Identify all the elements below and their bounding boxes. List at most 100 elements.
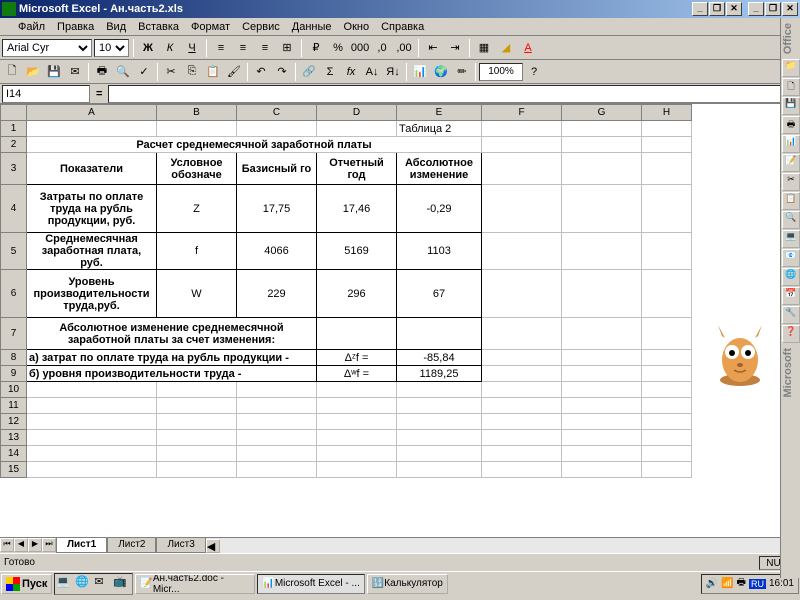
cell[interactable]: Базисный го [237, 153, 317, 185]
underline-button[interactable]: Ч [182, 38, 202, 58]
quick-launch-icon[interactable]: 📺 [113, 575, 131, 593]
row-header[interactable]: 1 [1, 121, 27, 137]
increase-decimal-button[interactable]: ,0 [372, 38, 392, 58]
cell[interactable]: Условное обозначе [157, 153, 237, 185]
sheet-tab-2[interactable]: Лист2 [107, 538, 156, 553]
row-header[interactable]: 3 [1, 153, 27, 185]
formula-input[interactable] [108, 85, 798, 103]
minimize-button[interactable]: _ [748, 2, 764, 16]
autosum-button[interactable]: Σ [320, 62, 340, 82]
row-header[interactable]: 6 [1, 270, 27, 318]
cell[interactable]: Среднемесячная заработная плата, руб. [27, 233, 157, 270]
name-box[interactable] [2, 85, 90, 103]
clock[interactable]: 16:01 [769, 578, 794, 589]
cell[interactable]: 5169 [317, 233, 397, 270]
sort-asc-button[interactable]: A↓ [362, 62, 382, 82]
drawing-button[interactable]: ✏ [452, 62, 472, 82]
quick-launch-icon[interactable]: 🌐 [75, 575, 93, 593]
row-header[interactable]: 14 [1, 446, 27, 462]
cell[interactable]: 229 [237, 270, 317, 318]
col-header-h[interactable]: H [642, 105, 692, 121]
redo-button[interactable]: ↷ [272, 62, 292, 82]
font-name-select[interactable]: Arial Cyr [2, 39, 92, 57]
shortcut-button[interactable]: 💻 [782, 230, 800, 248]
shortcut-button[interactable]: 📁 [782, 59, 800, 77]
save-button[interactable]: 💾 [44, 62, 64, 82]
spell-button[interactable]: ✓ [134, 62, 154, 82]
tab-nav-prev[interactable]: ◀ [14, 538, 28, 552]
borders-button[interactable]: ▦ [474, 38, 494, 58]
cell[interactable]: Абсолютное изменение среднемесячной зара… [27, 318, 317, 350]
mdi-minimize-button[interactable]: _ [692, 2, 708, 16]
increase-indent-button[interactable]: ⇥ [445, 38, 465, 58]
menu-format[interactable]: Формат [185, 20, 236, 34]
map-button[interactable]: 🌍 [431, 62, 451, 82]
tab-nav-first[interactable]: ⏮ [0, 538, 14, 552]
copy-button[interactable]: ⎘ [182, 62, 202, 82]
cell[interactable]: -0,29 [397, 185, 482, 233]
align-left-button[interactable]: ≡ [211, 38, 231, 58]
menu-insert[interactable]: Вставка [132, 20, 185, 34]
worksheet-grid[interactable]: A B C D E F G H 1 Таблица 2 2 Расчет сре… [0, 104, 692, 478]
quick-launch-icon[interactable]: ✉ [94, 575, 112, 593]
menu-file[interactable]: Файл [12, 20, 51, 34]
menu-help[interactable]: Справка [375, 20, 430, 34]
select-all-button[interactable] [1, 105, 27, 121]
font-color-button[interactable]: A [518, 38, 538, 58]
align-center-button[interactable]: ≡ [233, 38, 253, 58]
row-header[interactable]: 7 [1, 318, 27, 350]
cell[interactable]: 4066 [237, 233, 317, 270]
shortcut-button[interactable]: ❓ [782, 325, 800, 343]
cell[interactable]: а) затрат по оплате труда на рубль проду… [27, 350, 317, 366]
tab-nav-last[interactable]: ⏭ [42, 538, 56, 552]
font-size-select[interactable]: 10 [94, 39, 129, 57]
row-header[interactable]: 15 [1, 462, 27, 478]
zoom-select[interactable] [479, 63, 523, 81]
decrease-indent-button[interactable]: ⇤ [423, 38, 443, 58]
email-button[interactable]: ✉ [65, 62, 85, 82]
tray-icon[interactable]: 🔊 [706, 578, 718, 589]
bold-button[interactable]: Ж [138, 38, 158, 58]
menu-view[interactable]: Вид [100, 20, 132, 34]
col-header-c[interactable]: C [237, 105, 317, 121]
shortcut-button[interactable]: 📋 [782, 192, 800, 210]
col-header-g[interactable]: G [562, 105, 642, 121]
horizontal-scrollbar[interactable]: ◀ ▶ [206, 538, 800, 553]
row-header[interactable]: 13 [1, 430, 27, 446]
col-header-a[interactable]: A [27, 105, 157, 121]
function-button[interactable]: fx [341, 62, 361, 82]
row-header[interactable]: 11 [1, 398, 27, 414]
row-header[interactable]: 5 [1, 233, 27, 270]
cell[interactable]: 1189,25 [397, 366, 482, 382]
format-painter-button[interactable]: 🖌 [224, 62, 244, 82]
col-header-f[interactable]: F [482, 105, 562, 121]
cell[interactable]: Z [157, 185, 237, 233]
cell[interactable]: -85,84 [397, 350, 482, 366]
cell[interactable]: 67 [397, 270, 482, 318]
shortcut-button[interactable]: 📧 [782, 249, 800, 267]
comma-button[interactable]: 000 [350, 38, 370, 58]
menu-edit[interactable]: Правка [51, 20, 100, 34]
shortcut-button[interactable]: 🖶 [782, 116, 800, 134]
cell[interactable]: Затраты по оплате труда на рубль продукц… [27, 185, 157, 233]
language-indicator[interactable]: RU [749, 579, 766, 589]
quick-launch-icon[interactable]: 💻 [56, 575, 74, 593]
menu-tools[interactable]: Сервис [236, 20, 286, 34]
shortcut-button[interactable]: 📅 [782, 287, 800, 305]
menu-data[interactable]: Данные [286, 20, 338, 34]
office-assistant[interactable] [710, 320, 770, 390]
cell[interactable]: Δᶻf = [317, 350, 397, 366]
mdi-restore-button[interactable]: ❐ [709, 2, 725, 16]
tray-icon[interactable]: 📶 [721, 578, 733, 589]
cell[interactable]: 296 [317, 270, 397, 318]
currency-button[interactable]: ₽ [306, 38, 326, 58]
shortcut-button[interactable]: 🌐 [782, 268, 800, 286]
percent-button[interactable]: % [328, 38, 348, 58]
cell[interactable]: б) уровня производительности труда - [27, 366, 317, 382]
align-right-button[interactable]: ≡ [255, 38, 275, 58]
cell[interactable]: Абсолютное изменение [397, 153, 482, 185]
open-button[interactable]: 📂 [23, 62, 43, 82]
taskbar-item[interactable]: 📝 Ан.часть2.doc - Micr... [135, 574, 255, 594]
cell[interactable]: Δʷf = [317, 366, 397, 382]
shortcut-button[interactable]: 🔧 [782, 306, 800, 324]
